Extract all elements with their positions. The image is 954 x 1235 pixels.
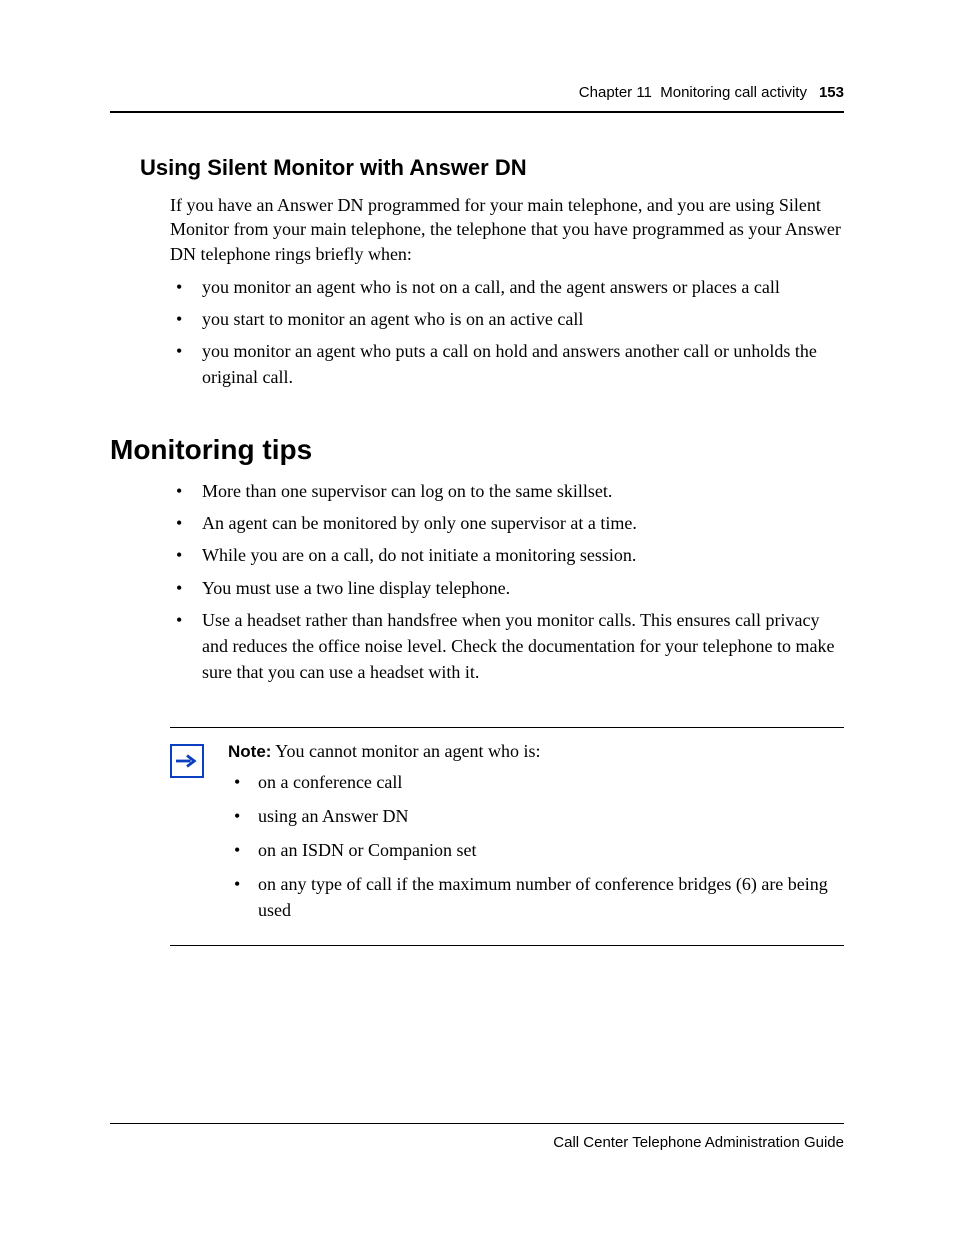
section2-bullets: More than one supervisor can log on to t…: [170, 478, 844, 685]
section1-bullets: you monitor an agent who is not on a cal…: [170, 274, 844, 390]
list-item: you monitor an agent who puts a call on …: [170, 338, 844, 390]
list-item: on an ISDN or Companion set: [228, 837, 844, 863]
list-item: on any type of call if the maximum numbe…: [228, 871, 844, 923]
page-number: 153: [819, 84, 844, 101]
note-bullets: on a conference call using an Answer DN …: [228, 769, 844, 923]
list-item: you start to monitor an agent who is on …: [170, 306, 844, 332]
list-item: While you are on a call, do not initiate…: [170, 542, 844, 568]
note-lead-text: You cannot monitor an agent who is:: [275, 741, 540, 761]
list-item: More than one supervisor can log on to t…: [170, 478, 844, 504]
note-label: Note:: [228, 742, 271, 761]
footer-text: Call Center Telephone Administration Gui…: [553, 1134, 844, 1151]
list-item: on a conference call: [228, 769, 844, 795]
list-item: using an Answer DN: [228, 803, 844, 829]
note-lead: Note: You cannot monitor an agent who is…: [228, 738, 844, 765]
note-arrow-icon: [170, 744, 204, 778]
header-chapter: Chapter 11: [579, 84, 652, 101]
section1-intro: If you have an Answer DN programmed for …: [170, 193, 844, 266]
header-title: Monitoring call activity: [660, 84, 807, 101]
note-body: Note: You cannot monitor an agent who is…: [228, 738, 844, 931]
section1-body: If you have an Answer DN programmed for …: [170, 193, 844, 266]
note-block: Note: You cannot monitor an agent who is…: [170, 727, 844, 946]
list-item: you monitor an agent who is not on a cal…: [170, 274, 844, 300]
page: Chapter 11 Monitoring call activity 153 U…: [0, 0, 954, 1235]
list-item: Use a headset rather than handsfree when…: [170, 607, 844, 685]
footer: Call Center Telephone Administration Gui…: [110, 1123, 844, 1151]
section-heading-monitoring-tips: Monitoring tips: [110, 434, 844, 466]
list-item: An agent can be monitored by only one su…: [170, 510, 844, 536]
section-heading-silent-monitor: Using Silent Monitor with Answer DN: [140, 155, 844, 181]
running-header: Chapter 11 Monitoring call activity 153: [110, 84, 844, 113]
list-item: You must use a two line display telephon…: [170, 575, 844, 601]
